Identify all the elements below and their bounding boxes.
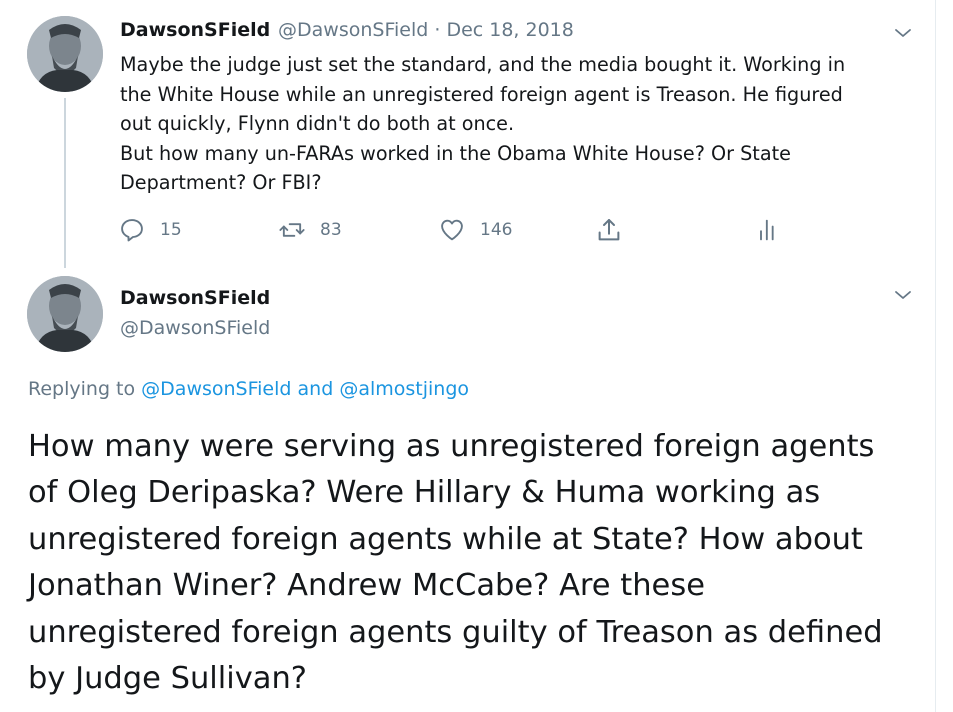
meta-separator: · (434, 19, 441, 41)
tweet1-action-bar: 15 83 146 (118, 213, 798, 247)
analytics-icon (760, 219, 774, 241)
avatar-portrait-icon (27, 16, 103, 92)
replying-user-link[interactable]: @almostjingo (339, 378, 469, 400)
like-count: 146 (480, 220, 513, 240)
tweet1-text-line: But how many un-FARAs worked in the Obam… (120, 141, 791, 165)
tweet1-text-line: Maybe the judge just set the standard, a… (120, 53, 846, 76)
replying-prefix: Replying to (28, 378, 136, 400)
reply-icon (121, 219, 143, 242)
tweet1-body: Maybe the judge just set the standard, a… (120, 50, 920, 198)
tweet2-text-line: How many were serving as unregistered fo… (28, 429, 875, 464)
tweet2-text-line: unregistered foreign agents guilty of Tr… (28, 614, 883, 650)
retweet-count: 83 (320, 220, 342, 240)
retweet-icon (279, 223, 305, 237)
tweet1-meta: @DawsonSField · Dec 18, 2018 (278, 19, 574, 41)
tweet1-text-line: the White House while an unregistered fo… (120, 82, 843, 106)
tweet2-text-line: by Judge Sullivan? (28, 661, 307, 697)
thread-connector-line (64, 98, 66, 268)
tweet2-text-line: unregistered foreign agents while at Sta… (28, 521, 863, 557)
tweet2-author-handle[interactable]: @DawsonSField (120, 317, 270, 339)
retweet-button[interactable]: 83 (278, 213, 342, 247)
tweet1-author-name[interactable]: DawsonSField (120, 19, 270, 41)
replying-and[interactable]: and (298, 378, 334, 400)
share-button[interactable] (594, 213, 624, 247)
avatar-portrait-icon (27, 276, 103, 352)
replying-user-link[interactable]: @DawsonSField (141, 378, 291, 400)
reply-button[interactable]: 15 (118, 213, 182, 247)
tweet2-menu-chevron-icon[interactable] (891, 283, 915, 307)
tweet1-avatar[interactable] (27, 16, 103, 92)
replying-to-line: Replying to @DawsonSField and @almostjin… (28, 378, 469, 400)
tweet2-text-line: Jonathan Winer? Andrew McCabe? Are these (28, 568, 705, 604)
tweet2-author-name[interactable]: DawsonSField (120, 287, 270, 309)
like-button[interactable]: 146 (438, 213, 512, 247)
timeline-right-border (935, 0, 936, 712)
tweet2-avatar[interactable] (27, 276, 103, 352)
tweet1-text-line: Department? Or FBI? (120, 171, 322, 194)
tweet1-menu-chevron-icon[interactable] (891, 21, 915, 45)
heart-icon (441, 219, 463, 241)
share-icon (598, 219, 620, 241)
analytics-button[interactable] (754, 213, 782, 247)
tweet1-author-handle[interactable]: @DawsonSField (278, 19, 428, 41)
tweet2-body: How many were serving as unregistered fo… (28, 424, 928, 702)
reply-count: 15 (160, 220, 182, 240)
tweet1-text-line: out quickly, Flynn didn't do both at onc… (120, 112, 515, 135)
tweet1-date[interactable]: Dec 18, 2018 (446, 19, 573, 41)
tweet2-text-line: of Oleg Deripaska? Were Hillary & Huma w… (28, 475, 821, 511)
